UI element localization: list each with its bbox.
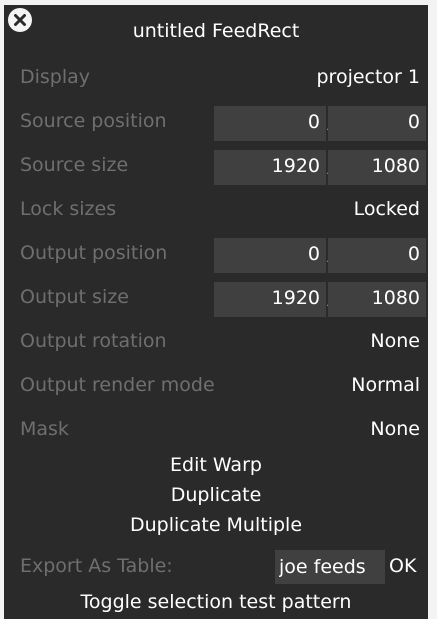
title-bar: untitled FeedRect (4, 5, 428, 57)
output-size-row: Output size 1920, 1080 (4, 277, 428, 321)
display-select[interactable]: projector 1 (316, 66, 420, 88)
source-position-y-field[interactable]: 0 (328, 106, 426, 141)
feedrect-panel: untitled FeedRect Display projector 1 So… (4, 5, 428, 619)
source-position-label: Source position (20, 110, 167, 132)
mask-row: Mask None (4, 409, 428, 453)
output-position-y-field[interactable]: 0 (328, 238, 426, 273)
output-size-width-field[interactable]: 1920, (214, 282, 332, 317)
lock-sizes-label: Lock sizes (20, 198, 117, 220)
source-size-row: Source size 1920, 1080 (4, 145, 428, 189)
output-position-x-field[interactable]: 0, (214, 238, 332, 273)
duplicate-multiple-button[interactable]: Duplicate Multiple (4, 514, 428, 536)
display-label: Display (20, 66, 91, 88)
output-size-width-value: 1920 (271, 287, 320, 309)
output-size-height-field[interactable]: 1080 (328, 282, 426, 317)
edit-warp-button[interactable]: Edit Warp (4, 454, 428, 476)
output-size-height-value: 1080 (371, 287, 420, 309)
mask-select[interactable]: None (370, 418, 420, 440)
export-row: Export As Table: OK (4, 546, 428, 590)
source-size-height-value: 1080 (371, 155, 420, 177)
output-render-mode-select[interactable]: Normal (351, 374, 420, 396)
output-position-label: Output position (20, 242, 168, 264)
output-position-row: Output position 0, 0 (4, 233, 428, 277)
lock-sizes-row: Lock sizes Locked (4, 189, 428, 233)
output-position-x-value: 0 (307, 243, 320, 265)
source-size-width-value: 1920 (271, 155, 320, 177)
window-title: untitled FeedRect (132, 20, 300, 42)
output-position-y-value: 0 (407, 243, 420, 265)
output-rotation-label: Output rotation (20, 330, 167, 352)
toggle-test-pattern-button[interactable]: Toggle selection test pattern (4, 591, 428, 613)
duplicate-button[interactable]: Duplicate (4, 484, 428, 506)
source-size-width-field[interactable]: 1920, (214, 150, 332, 185)
display-row: Display projector 1 (4, 57, 428, 101)
lock-sizes-toggle[interactable]: Locked (354, 198, 420, 220)
export-ok-button[interactable]: OK (389, 555, 416, 577)
export-label: Export As Table: (20, 555, 173, 577)
source-size-height-field[interactable]: 1080 (328, 150, 426, 185)
output-size-label: Output size (20, 286, 129, 308)
source-size-label: Source size (20, 154, 129, 176)
mask-label: Mask (20, 418, 69, 440)
output-rotation-row: Output rotation None (4, 321, 428, 365)
source-position-x-value: 0 (307, 111, 320, 133)
source-position-y-value: 0 (407, 111, 420, 133)
source-position-x-field[interactable]: 0, (214, 106, 332, 141)
export-table-input[interactable] (275, 550, 385, 584)
source-position-row: Source position 0, 0 (4, 101, 428, 145)
output-rotation-select[interactable]: None (370, 330, 420, 352)
output-render-mode-row: Output render mode Normal (4, 365, 428, 409)
output-render-mode-label: Output render mode (20, 374, 215, 396)
